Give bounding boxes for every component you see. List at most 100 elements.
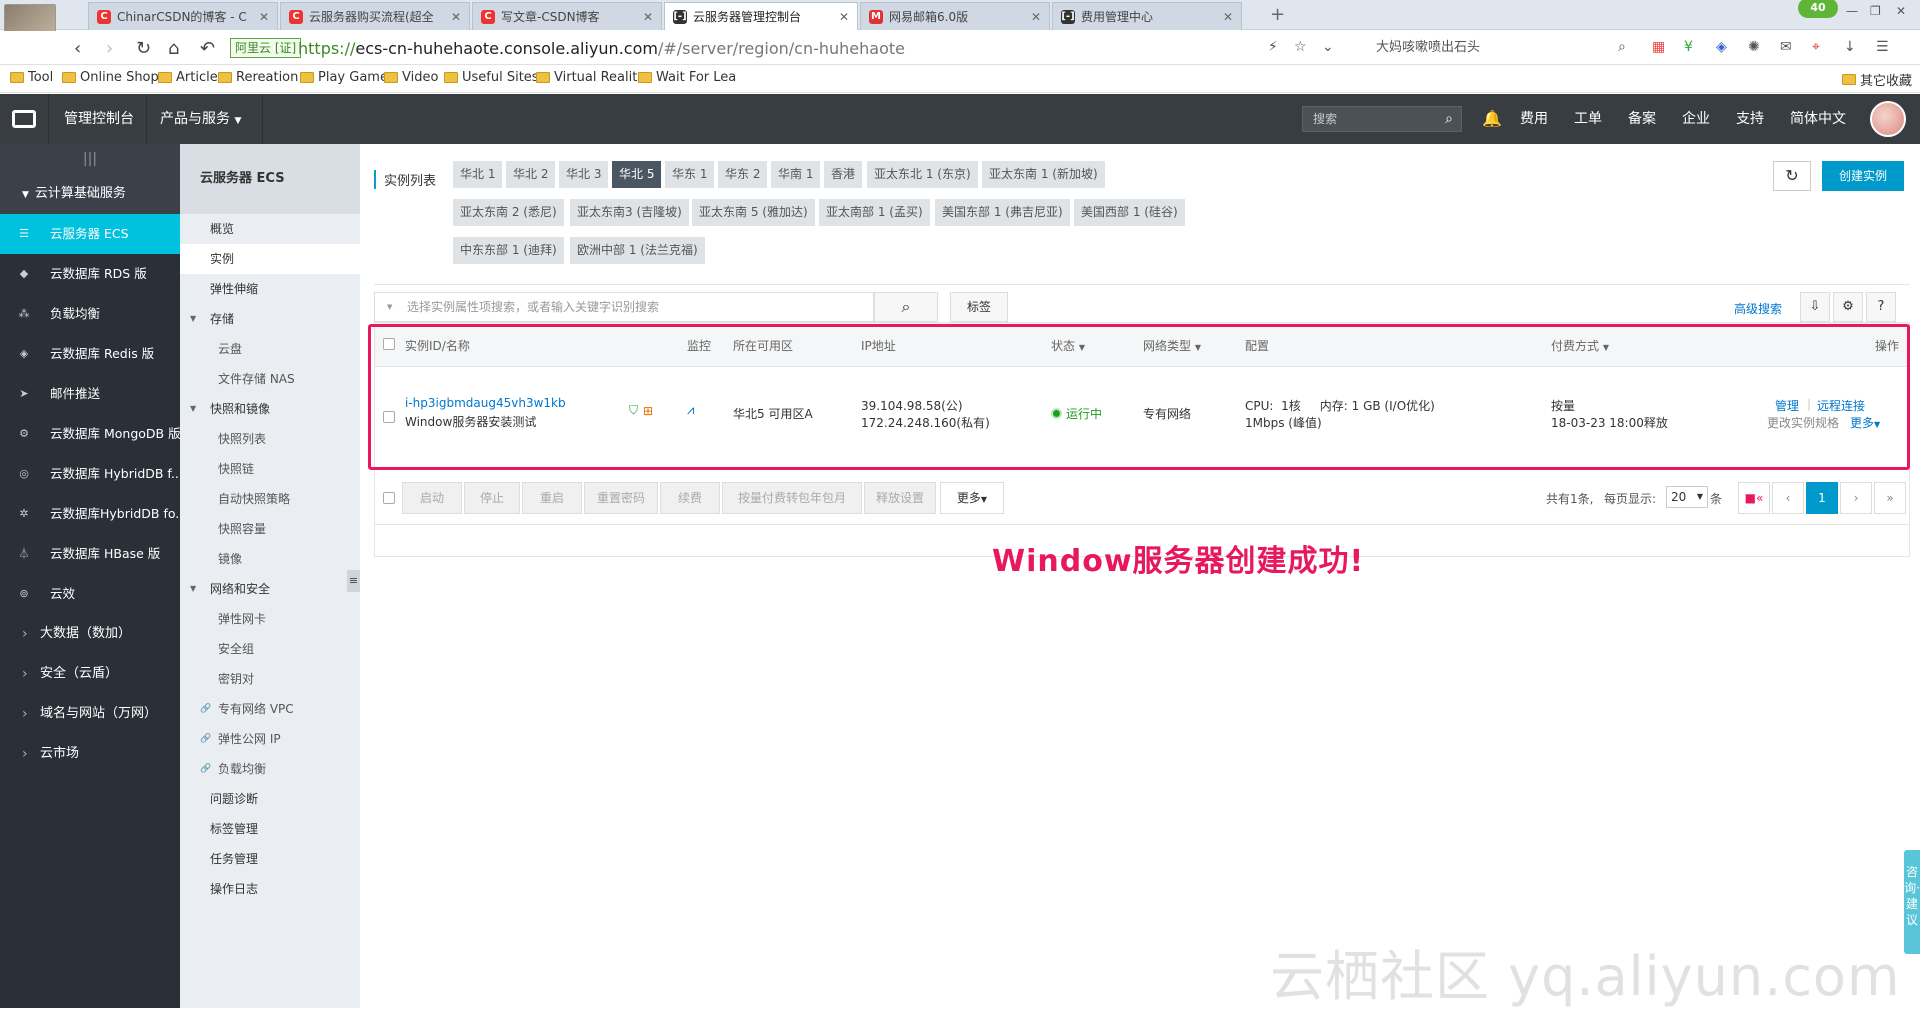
region-singapore[interactable]: 亚太东南 1 (新加坡) [982,161,1105,188]
download-icon[interactable]: ↓ [1844,39,1856,55]
region-kualalumpur[interactable]: 亚太东南3 (吉隆坡) [570,199,689,226]
sidebar-collapse-icon[interactable]: ||| [0,144,180,174]
tab-chinar-csdn[interactable]: C ChinarCSDN的博客 - C ✕ [88,2,278,30]
forward-icon[interactable]: › [106,38,113,59]
bookmark-online-shop[interactable]: Online Shop [62,70,159,85]
last-page-button[interactable]: » [1874,482,1906,514]
convert-billing-button[interactable]: 按量付费转包年包月 [722,482,862,514]
maximize-icon[interactable]: ❐ [1870,4,1881,18]
close-icon[interactable]: ✕ [1223,10,1233,24]
extension-icon[interactable]: ✺ [1748,39,1760,55]
gear-icon[interactable]: ⚙ [1833,292,1863,322]
bookmark-play-game[interactable]: Play Game [300,70,388,85]
new-tab-button[interactable]: + [1270,4,1285,25]
export-icon[interactable]: ⇩ [1800,292,1830,322]
lightning-icon[interactable]: ⚡ [1268,39,1278,55]
sidebar-cat-domain[interactable]: 域名与网站（万网） [0,694,180,734]
subnav-item-diagnosis[interactable]: 问题诊断 [180,784,360,814]
region-jakarta[interactable]: 亚太东南 5 (雅加达) [692,199,815,226]
close-icon[interactable]: ✕ [259,10,269,24]
region-huabei5[interactable]: 华北 5 [612,161,662,188]
subnav-item-images[interactable]: 镜像 [180,544,360,574]
region-frankfurt[interactable]: 欧洲中部 1 (法兰克福) [570,237,705,264]
prev-page-button[interactable]: ‹ [1772,482,1804,514]
sidebar-item-rds[interactable]: ◆ 云数据库 RDS 版 [0,254,180,294]
url-input[interactable]: https://ecs-cn-huhehaote.console.aliyun.… [298,39,905,58]
help-icon[interactable]: ? [1866,292,1896,322]
aliyun-logo-icon[interactable] [12,110,36,128]
search-button[interactable]: ⌕ [874,292,938,322]
mail-icon[interactable]: ✉ [1780,39,1792,55]
menu-enterprise[interactable]: 企业 [1668,94,1724,144]
subnav-item-slb[interactable]: 负载均衡 [180,754,360,784]
shield-icon[interactable]: ◈ [1716,39,1727,55]
bookmark-other[interactable]: 其它收藏 [1842,70,1912,89]
tab-netease-mail[interactable]: M 网易邮箱6.0版 ✕ [860,2,1050,30]
bookmark-useful-sites[interactable]: Useful Sites [444,70,539,85]
region-dubai[interactable]: 中东东部 1 (迪拜) [453,237,564,264]
close-icon[interactable]: ✕ [451,10,461,24]
user-avatar[interactable] [1870,101,1906,137]
sidebar-item-slb[interactable]: ⁂ 负载均衡 [0,294,180,334]
menu-icp[interactable]: 备案 [1614,94,1670,144]
subnav-item-eni[interactable]: 弹性网卡 [180,604,360,634]
subnav-item-disks[interactable]: 云盘 [180,334,360,364]
subnav-item-instances[interactable]: 实例 [180,244,360,274]
chevron-down-icon[interactable]: ⌄ [1322,39,1334,55]
consult-feedback-button[interactable]: 咨询·建议 [1904,850,1920,954]
region-sydney[interactable]: 亚太东南 2 (悉尼) [453,199,564,226]
refresh-button[interactable]: ↻ [1773,161,1811,191]
undo-icon[interactable]: ↶ [200,38,215,59]
secure-badge[interactable]: 阿里云 [证] [230,38,302,58]
reload-icon[interactable]: ↻ [136,38,151,59]
cursor-icon[interactable]: ⌖ [1812,39,1820,55]
stop-button[interactable]: 停止 [464,482,520,514]
sidebar-item-hybriddb[interactable]: ◎ 云数据库 HybridDB f... [0,454,180,494]
subnav-item-tasks[interactable]: 任务管理 [180,844,360,874]
apps-icon[interactable]: ▦ [1652,39,1665,55]
bookmark-video[interactable]: Video [384,70,438,85]
region-huabei2[interactable]: 华北 2 [506,161,556,188]
close-icon[interactable]: ✕ [643,10,653,24]
bulk-select-checkbox[interactable] [383,492,395,504]
region-huabei3[interactable]: 华北 3 [559,161,609,188]
bookmark-tool[interactable]: Tool [10,70,53,85]
subnav-item-tags[interactable]: 标签管理 [180,814,360,844]
menu-support[interactable]: 支持 [1722,94,1778,144]
instance-search-input[interactable]: 选择实例属性项搜索，或者输入关键字识别搜索 [374,292,874,322]
tag-filter-button[interactable]: 标签 [950,292,1008,322]
sidebar-group-cloud-basic[interactable]: ▼ 云计算基础服务 [0,174,180,214]
search-icon[interactable]: ⌕ [1445,107,1453,131]
star-icon[interactable]: ☆ [1294,39,1307,55]
close-icon[interactable]: ✕ [1031,10,1041,24]
tab-write-article[interactable]: C 写文章-CSDN博客 ✕ [472,2,662,30]
advanced-search-link[interactable]: 高级搜索 [1734,300,1782,317]
tab-purchase-flow[interactable]: C 云服务器购买流程(超全 ✕ [280,2,470,30]
close-icon[interactable]: ✕ [839,10,849,24]
more-button[interactable]: 更多▼ [940,482,1004,514]
page-current[interactable]: 1 [1806,482,1838,514]
browser-search-input[interactable]: 大妈咳嗽喷出石头 [1352,36,1642,60]
products-menu[interactable]: 产品与服务 ▼ [146,94,255,144]
tab-billing-center[interactable]: [-] 费用管理中心 ✕ [1052,2,1242,30]
release-settings-button[interactable]: 释放设置 [864,482,936,514]
sidebar-item-ecs[interactable]: ☰ 云服务器 ECS [0,214,180,254]
back-icon[interactable]: ‹ [74,38,81,59]
subnav-item-eip[interactable]: 弹性公网 IP [180,724,360,754]
region-virginia[interactable]: 美国东部 1 (弗吉尼亚) [935,199,1070,226]
subnav-item-auto-snapshot[interactable]: 自动快照策略 [180,484,360,514]
subnav-group-storage[interactable]: 存储 [180,304,360,334]
sidebar-item-redis[interactable]: ◈ 云数据库 Redis 版 [0,334,180,374]
subnav-item-autoscaling[interactable]: 弹性伸缩 [180,274,360,304]
region-huanan1[interactable]: 华南 1 [771,161,821,188]
region-mumbai[interactable]: 亚太南部 1 (孟买) [819,199,930,226]
start-button[interactable]: 启动 [402,482,462,514]
sidebar-cat-security[interactable]: 安全（云盾） [0,654,180,694]
region-huabei1[interactable]: 华北 1 [453,161,503,188]
menu-tickets[interactable]: 工单 [1560,94,1616,144]
restart-button[interactable]: 重启 [522,482,582,514]
subnav-item-logs[interactable]: 操作日志 [180,874,360,904]
subnav-item-security-group[interactable]: 安全组 [180,634,360,664]
bookmark-article[interactable]: Article [158,70,218,85]
bookmark-virtual-realit[interactable]: Virtual Realit [536,70,637,85]
